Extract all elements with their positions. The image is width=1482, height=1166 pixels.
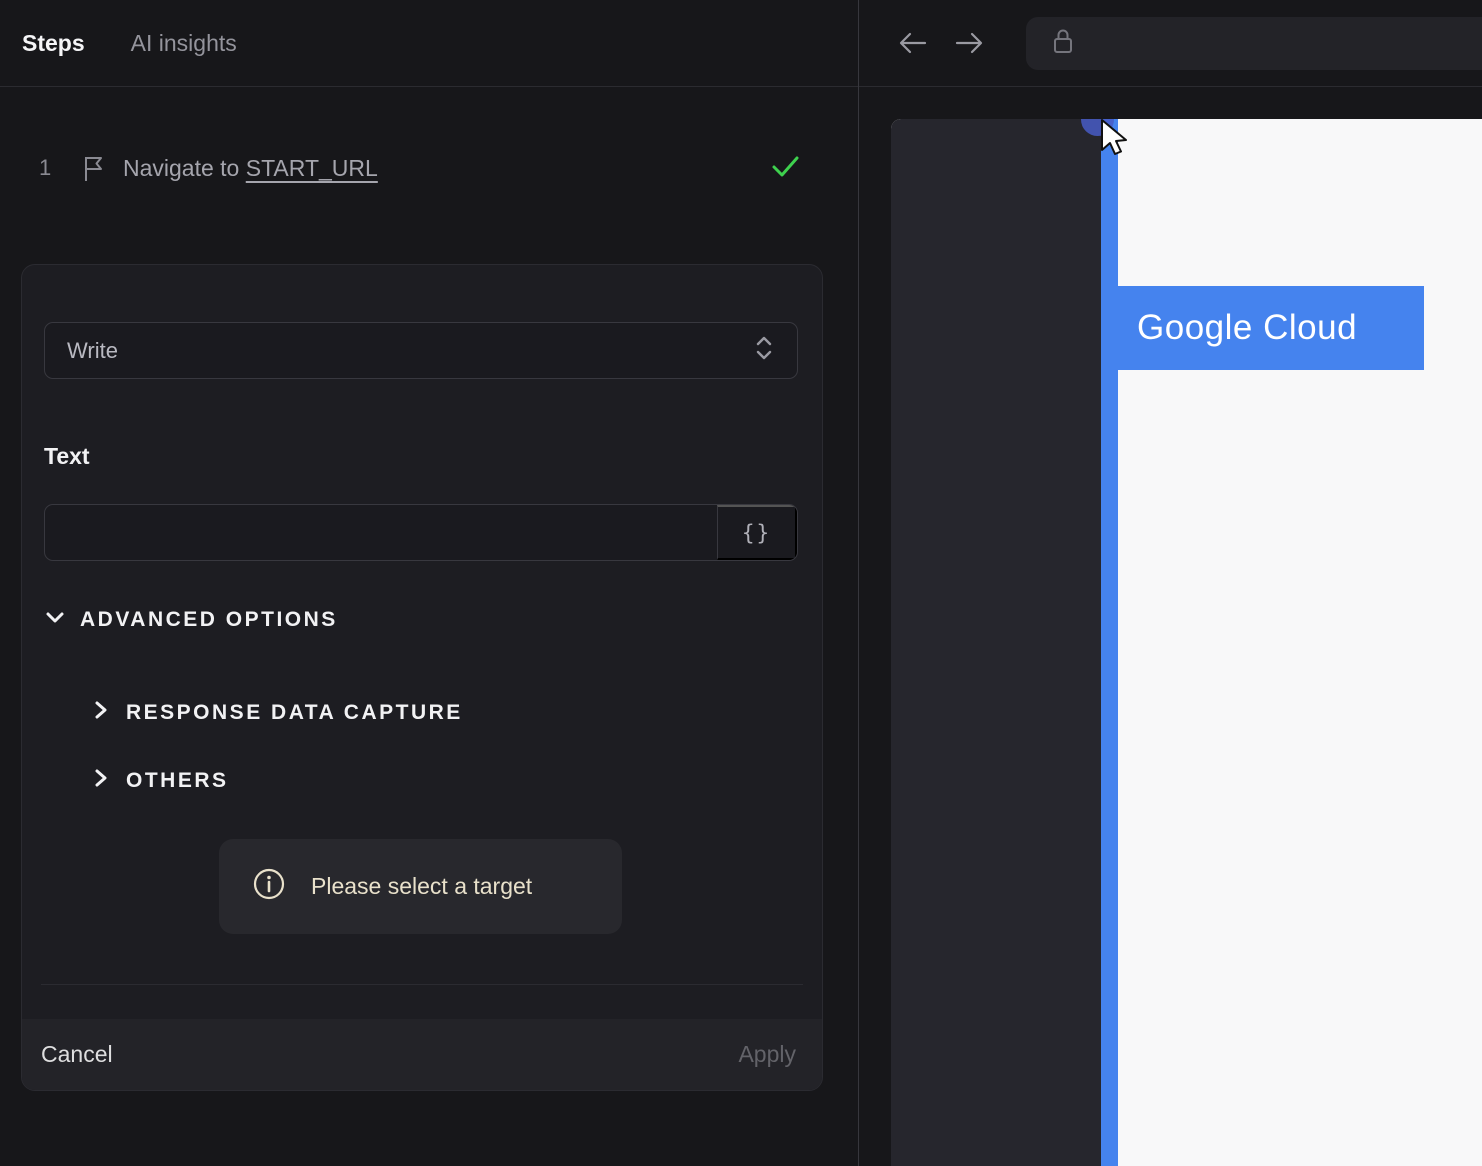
brand-logo-text: Google Cloud [1137, 308, 1358, 347]
preview-highlight-strip [1101, 119, 1118, 1166]
step-row[interactable]: 1 Navigate to START_URL [0, 148, 858, 188]
card-footer: Cancel Apply [22, 1019, 822, 1090]
steps-panel: Steps AI insights 1 Navigate to START_UR… [0, 0, 858, 1166]
page-preview[interactable]: Google Cloud [891, 119, 1482, 1166]
check-icon [768, 151, 802, 186]
tab-ai-insights[interactable]: AI insights [131, 30, 237, 57]
chevron-down-icon [44, 606, 66, 633]
advanced-options-toggle[interactable]: ADVANCED OPTIONS [44, 606, 338, 633]
step-label: Navigate to START_URL [123, 154, 378, 181]
browser-toolbar [859, 0, 1482, 87]
chevron-right-icon [91, 766, 111, 795]
insert-variable-button[interactable]: {} [717, 505, 797, 560]
step-editor-card: Write Text {} ADVANCED OPTIONS RESPONSE … [21, 264, 823, 1091]
tab-steps[interactable]: Steps [22, 30, 85, 57]
apply-button[interactable]: Apply [738, 1041, 796, 1068]
step-target-link[interactable]: START_URL [246, 155, 378, 181]
forward-arrow-icon[interactable] [951, 28, 987, 63]
panel-tabbar: Steps AI insights [0, 0, 858, 87]
section-response-data-capture[interactable]: RESPONSE DATA CAPTURE [91, 698, 463, 727]
cursor-pointer-icon [1099, 119, 1137, 167]
up-down-chevron-icon [753, 334, 775, 367]
url-bar[interactable] [1026, 17, 1482, 70]
text-field-label: Text [44, 443, 90, 469]
brand-banner[interactable]: Google Cloud [1117, 286, 1424, 370]
advanced-options-label: ADVANCED OPTIONS [80, 607, 338, 631]
select-target-hint: Please select a target [219, 839, 622, 934]
section-label: RESPONSE DATA CAPTURE [126, 700, 463, 724]
preview-dark-sidebar [891, 119, 1101, 1166]
section-label: OTHERS [126, 768, 229, 792]
cancel-button[interactable]: Cancel [41, 1041, 113, 1068]
step-number: 1 [39, 155, 52, 180]
lock-icon [1050, 26, 1076, 61]
card-divider [41, 984, 803, 985]
text-input[interactable] [45, 505, 717, 560]
info-icon [252, 867, 286, 906]
action-select-value: Write [67, 337, 118, 363]
section-others[interactable]: OTHERS [91, 766, 229, 795]
browser-panel: Google Cloud [859, 0, 1482, 1166]
chevron-right-icon [91, 698, 111, 727]
text-input-group: {} [44, 504, 798, 561]
action-select[interactable]: Write [44, 322, 798, 379]
flag-icon [82, 155, 106, 188]
select-target-hint-text: Please select a target [311, 873, 533, 899]
back-arrow-icon[interactable] [895, 28, 931, 63]
app-root: Steps AI insights 1 Navigate to START_UR… [0, 0, 1482, 1166]
